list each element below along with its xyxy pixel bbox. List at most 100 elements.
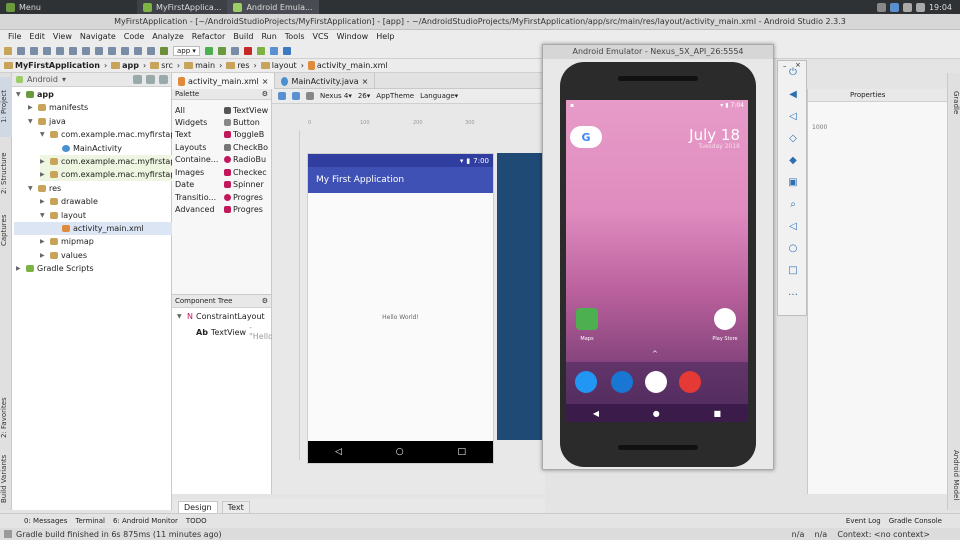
start-menu-button[interactable]: Menu <box>0 0 47 14</box>
blueprint-preview[interactable] <box>497 153 545 440</box>
palette-widget[interactable]: Spinner <box>224 180 264 189</box>
menu-tools[interactable]: Tools <box>285 30 305 44</box>
orientation-icon[interactable] <box>306 92 314 100</box>
favorites-tool-tab[interactable]: 2: Favorites <box>0 388 12 448</box>
android-model-tool-tab[interactable]: Android Model <box>948 443 960 508</box>
tree-item[interactable]: ▼ res <box>28 182 61 195</box>
rotate-right-icon[interactable]: ◆ <box>778 149 808 171</box>
breadcrumb-main[interactable]: main <box>184 61 215 70</box>
messages-app-icon[interactable] <box>611 371 633 393</box>
attach-icon[interactable] <box>230 47 239 55</box>
hide-icon[interactable] <box>159 75 168 84</box>
undo-icon[interactable] <box>43 47 51 55</box>
play-store-app-icon[interactable] <box>714 308 736 330</box>
close-icon[interactable]: × <box>362 77 369 86</box>
menu-view[interactable]: View <box>53 30 72 44</box>
tree-item[interactable]: ▶ Gradle Scripts <box>16 262 94 275</box>
hello-world-text[interactable]: Hello World! <box>308 314 493 321</box>
tree-item[interactable]: ▶ manifests <box>28 101 88 114</box>
palette-widget[interactable]: RadioBu <box>224 155 266 164</box>
menu-run[interactable]: Run <box>261 30 276 44</box>
tree-item[interactable]: ▼ app <box>16 88 54 101</box>
palette-category[interactable]: Widgets <box>175 118 207 127</box>
event-log-tool-button[interactable]: Event Log <box>846 517 881 525</box>
paste-icon[interactable] <box>95 47 103 55</box>
recents-icon[interactable]: ■ <box>714 409 722 418</box>
menu-code[interactable]: Code <box>124 30 144 44</box>
bluetooth-icon[interactable] <box>889 2 899 12</box>
back-icon[interactable]: ◁ <box>778 215 808 237</box>
menu-help[interactable]: Help <box>376 30 394 44</box>
breadcrumb-app[interactable]: app <box>111 61 139 70</box>
avd-manager-icon[interactable] <box>256 47 265 55</box>
project-view-selector[interactable]: Android ▾ <box>12 73 171 87</box>
blueprint-icon[interactable] <box>292 92 300 100</box>
tree-item[interactable]: ▼ layout <box>40 209 86 222</box>
home-icon[interactable]: ● <box>653 409 660 418</box>
palette-category[interactable]: All <box>175 106 185 115</box>
tab-activity-main-xml[interactable]: activity_main.xml × <box>172 73 276 89</box>
volume-icon[interactable] <box>915 2 925 12</box>
run-config-select[interactable]: app ▾ <box>173 46 200 56</box>
volume-up-icon[interactable]: ◀ <box>778 83 808 105</box>
emulator-minimize-icon[interactable]: – <box>783 62 787 70</box>
back-icon[interactable]: ◀ <box>593 409 599 418</box>
structure-tool-tab[interactable]: 2: Structure <box>0 143 12 203</box>
palette-category[interactable]: Transitio... <box>175 193 216 202</box>
back-icon[interactable] <box>134 47 142 55</box>
emulator-screen[interactable]: ▪ ▾ ▮ 7:04 G July 18 Tuesday 2018 Maps Play… <box>566 100 748 422</box>
app-drawer-arrow-icon[interactable]: ^ <box>652 350 658 358</box>
google-search-widget[interactable]: G <box>570 126 602 148</box>
property-value[interactable]: 1000 <box>808 102 947 131</box>
tree-item[interactable]: activity_main.xml <box>14 222 172 235</box>
design-preview[interactable]: ▾ ▮ 7:00 My First Application Hello World!… <box>307 153 494 464</box>
redo-icon[interactable] <box>56 47 64 55</box>
project-tool-tab[interactable]: 1: Project <box>0 77 12 137</box>
run-icon[interactable] <box>204 47 213 55</box>
palette-category[interactable]: Layouts <box>175 143 206 152</box>
tree-item[interactable]: ▶ com.example.mac.myfirstapplic <box>40 168 190 182</box>
clock-date[interactable]: July 18 <box>689 126 740 144</box>
status-message[interactable]: Gradle build finished in 6s 875ms (11 mi… <box>16 530 222 539</box>
api-select[interactable]: 26▾ <box>358 92 370 100</box>
gradle-tool-tab[interactable]: Gradle <box>948 83 960 123</box>
breadcrumb-res[interactable]: res <box>226 61 250 70</box>
more-icon[interactable]: … <box>778 281 808 303</box>
tree-item[interactable]: ▶ values <box>40 249 87 262</box>
gmail-app-icon[interactable] <box>645 371 667 393</box>
hammer-icon[interactable] <box>160 47 168 55</box>
tree-item[interactable]: ▶ mipmap <box>40 235 94 248</box>
menu-navigate[interactable]: Navigate <box>80 30 116 44</box>
menu-refactor[interactable]: Refactor <box>192 30 226 44</box>
settings-icon[interactable]: ⚙ <box>262 297 268 305</box>
menu-file[interactable]: File <box>8 30 21 44</box>
tab-text[interactable]: Text <box>221 501 250 513</box>
sync-panel-icon[interactable] <box>133 75 142 84</box>
close-icon[interactable]: × <box>262 77 269 86</box>
search-icon[interactable]: ⚙ <box>262 90 268 98</box>
sync-icon[interactable] <box>30 47 38 55</box>
palette-widget[interactable]: Progres <box>224 193 263 202</box>
tree-item[interactable]: ▼ com.example.mac.myfirstapplic <box>40 128 189 141</box>
debug-icon[interactable] <box>217 47 226 55</box>
palette-widget[interactable]: Progres <box>224 205 263 214</box>
palette-widget[interactable]: Checkec <box>224 168 267 177</box>
terminal-tool-button[interactable]: Terminal <box>75 517 105 525</box>
build-variants-tool-tab[interactable]: Build Variants <box>0 451 12 506</box>
menu-analyze[interactable]: Analyze <box>152 30 184 44</box>
sdk-manager-icon[interactable] <box>269 47 278 55</box>
menu-vcs[interactable]: VCS <box>313 30 329 44</box>
messages-tool-button[interactable]: 0: Messages <box>24 517 67 525</box>
replace-icon[interactable] <box>121 47 129 55</box>
breadcrumb-project[interactable]: MyFirstApplication <box>4 61 100 70</box>
emulator-close-icon[interactable]: × <box>795 61 801 69</box>
menu-build[interactable]: Build <box>233 30 253 44</box>
device-select[interactable]: Nexus 4▾ <box>320 92 352 100</box>
tab-design[interactable]: Design <box>178 501 218 513</box>
phone-app-icon[interactable] <box>575 371 597 393</box>
forward-icon[interactable] <box>147 47 155 55</box>
tree-node-constraintlayout[interactable]: ▼ N ConstraintLayout <box>172 308 271 321</box>
overview-icon[interactable]: □ <box>778 259 808 281</box>
breadcrumb-file[interactable]: activity_main.xml <box>307 61 388 70</box>
rotate-left-icon[interactable]: ◇ <box>778 127 808 149</box>
